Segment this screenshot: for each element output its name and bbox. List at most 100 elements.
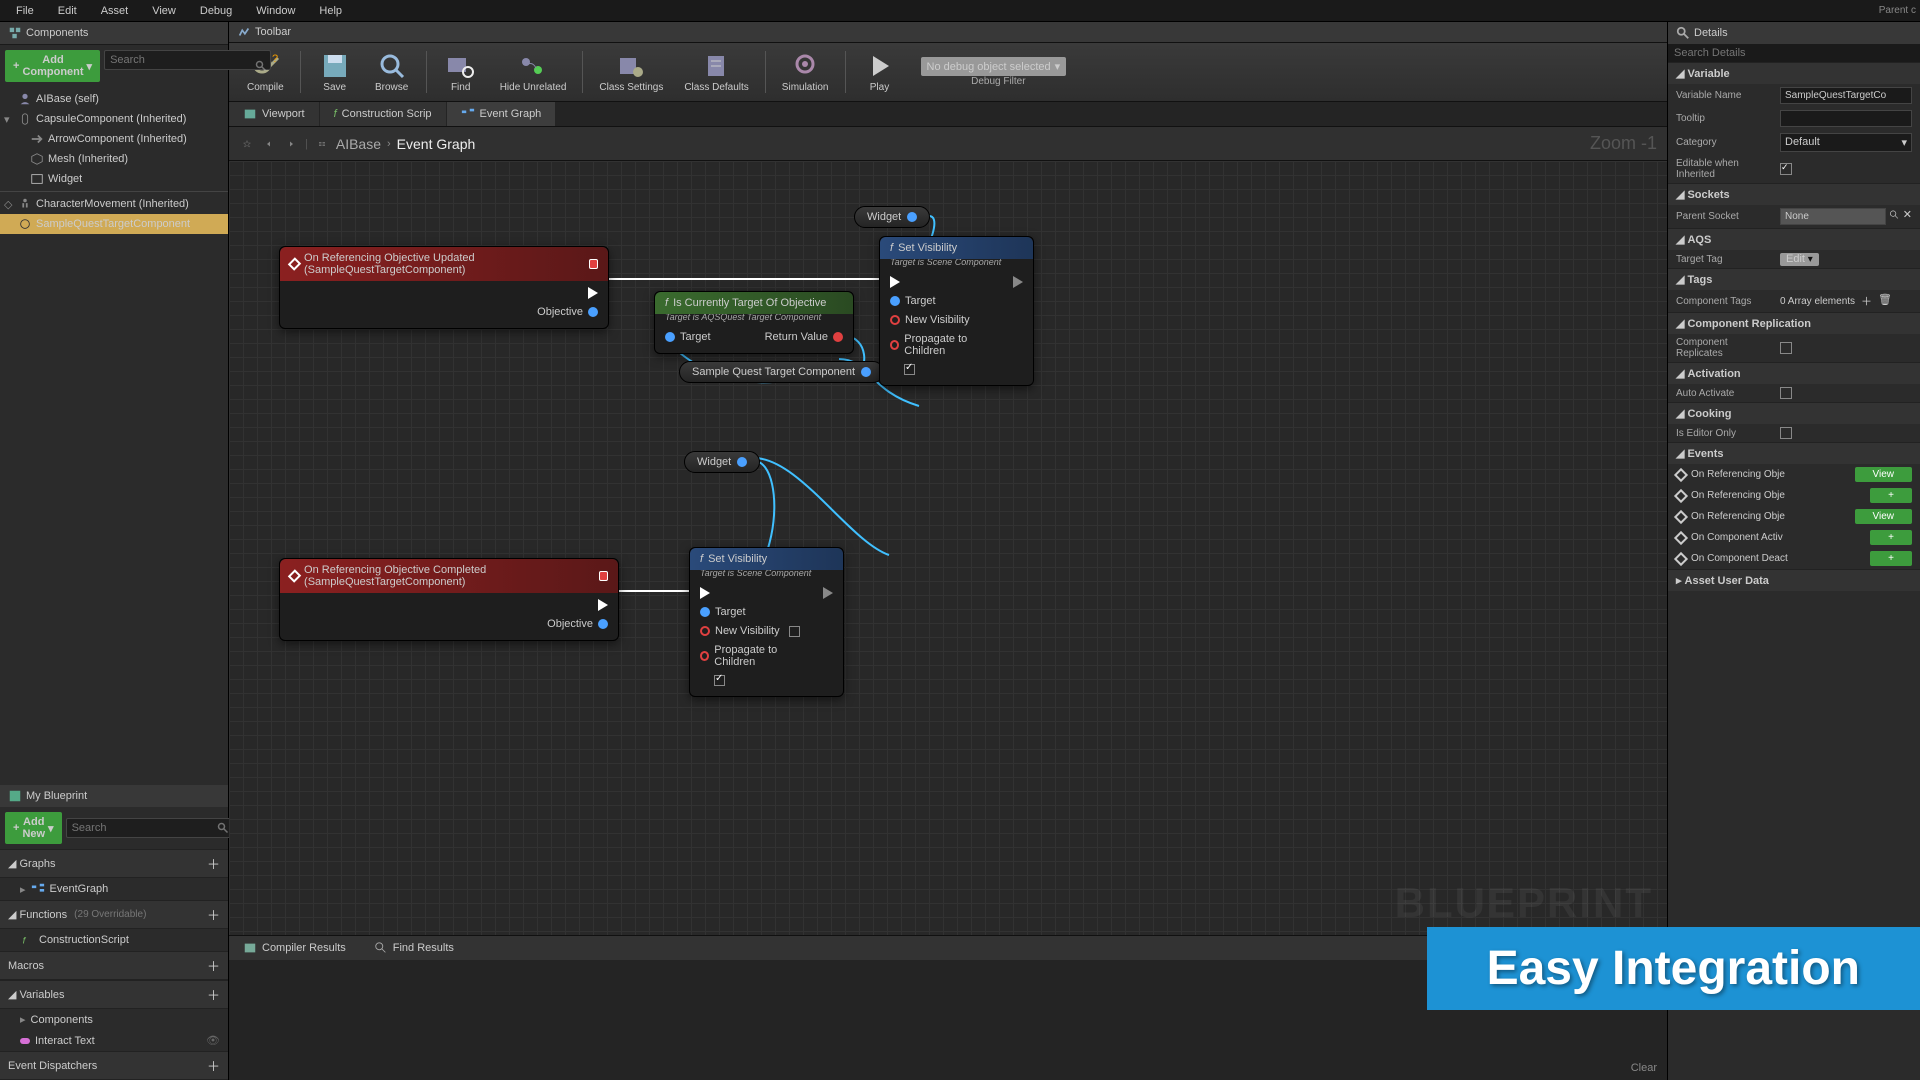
- components-tab[interactable]: Components: [0, 22, 228, 45]
- add-component-button[interactable]: +Add Component ▾: [5, 50, 100, 82]
- propagate-checkbox-1[interactable]: [904, 364, 915, 375]
- tree-item-mesh[interactable]: Mesh (Inherited): [0, 149, 228, 169]
- details-search-input[interactable]: [1668, 44, 1920, 62]
- nav-forward-icon[interactable]: [283, 136, 299, 152]
- cat-activation[interactable]: ◢Activation: [1668, 362, 1920, 384]
- cat-cooking[interactable]: ◢Cooking: [1668, 402, 1920, 424]
- array-add-button[interactable]: ＋: [1861, 293, 1872, 309]
- cat-variable[interactable]: ◢Variable: [1668, 62, 1920, 84]
- tab-event-graph[interactable]: Event Graph: [447, 102, 556, 126]
- menu-asset[interactable]: Asset: [89, 2, 141, 20]
- node-event-objective-completed[interactable]: On Referencing Objective Completed (Samp…: [279, 558, 619, 641]
- return-value-pin[interactable]: [833, 332, 843, 342]
- bp-item-interact-text[interactable]: Interact Text👁: [0, 1030, 228, 1051]
- exec-in-pin[interactable]: [700, 587, 710, 599]
- tab-find-results[interactable]: Find Results: [360, 936, 468, 960]
- tree-item-arrow[interactable]: ArrowComponent (Inherited): [0, 129, 228, 149]
- pill-widget-1[interactable]: Widget: [854, 206, 930, 228]
- event-add-button[interactable]: +: [1870, 551, 1912, 566]
- menu-help[interactable]: Help: [307, 2, 354, 20]
- tab-construction[interactable]: fConstruction Scrip: [320, 102, 446, 126]
- menu-edit[interactable]: Edit: [46, 2, 89, 20]
- play-button[interactable]: Play: [852, 49, 908, 95]
- add-graph-button[interactable]: ＋: [207, 854, 220, 873]
- event-view-button[interactable]: View: [1855, 467, 1913, 482]
- menu-window[interactable]: Window: [244, 2, 307, 20]
- favorite-icon[interactable]: [239, 136, 255, 152]
- nav-back-icon[interactable]: [261, 136, 277, 152]
- widget-pin-2[interactable]: [737, 457, 747, 467]
- class-settings-button[interactable]: Class Settings: [589, 49, 673, 95]
- exec-out-pin[interactable]: [588, 287, 598, 299]
- exec-out-pin[interactable]: [1013, 276, 1023, 288]
- cat-aqs[interactable]: ◢AQS: [1668, 228, 1920, 250]
- pill-sample-quest[interactable]: Sample Quest Target Component: [679, 361, 884, 383]
- event-add-button[interactable]: +: [1870, 530, 1912, 545]
- bp-item-eventgraph[interactable]: ▸EventGraph: [0, 878, 228, 900]
- tree-item-samplequest[interactable]: SampleQuestTargetComponent: [0, 214, 228, 234]
- tab-viewport[interactable]: Viewport: [229, 102, 319, 126]
- tree-item-widget[interactable]: Widget: [0, 169, 228, 189]
- cat-events[interactable]: ◢Events: [1668, 442, 1920, 464]
- search-icon[interactable]: [1889, 208, 1900, 222]
- components-search-input[interactable]: [104, 50, 271, 70]
- exec-out-pin[interactable]: [598, 599, 608, 611]
- bp-section-variables[interactable]: ◢Variables＋: [0, 980, 228, 1009]
- bp-section-graphs[interactable]: ◢Graphs＋: [0, 849, 228, 878]
- bp-item-construction[interactable]: fConstructionScript: [0, 929, 228, 951]
- details-tab[interactable]: Details: [1668, 22, 1920, 44]
- new-visibility-pin[interactable]: [890, 315, 900, 325]
- cat-replication[interactable]: ◢Component Replication: [1668, 312, 1920, 334]
- debug-object-selector[interactable]: No debug object selected▾: [921, 57, 1067, 76]
- node-event-objective-updated[interactable]: On Referencing Objective Updated (Sample…: [279, 246, 609, 329]
- bp-item-components-var[interactable]: ▸Components: [0, 1009, 228, 1030]
- add-macro-button[interactable]: ＋: [207, 956, 220, 975]
- propagate-pin-2[interactable]: [700, 651, 709, 661]
- bp-section-dispatchers[interactable]: Event Dispatchers＋: [0, 1051, 228, 1080]
- visibility-checkbox[interactable]: [789, 626, 800, 637]
- target-in-pin[interactable]: [665, 332, 675, 342]
- event-view-button[interactable]: View: [1855, 509, 1913, 524]
- breadcrumb-current[interactable]: Event Graph: [397, 136, 476, 152]
- editor-only-checkbox[interactable]: [1780, 427, 1792, 439]
- clear-button[interactable]: Clear: [1631, 1062, 1657, 1074]
- category-select[interactable]: Default▾: [1780, 133, 1912, 152]
- add-function-button[interactable]: ＋: [207, 905, 220, 924]
- nav-home-icon[interactable]: [314, 136, 330, 152]
- cat-sockets[interactable]: ◢Sockets: [1668, 183, 1920, 205]
- objective-pin[interactable]: [588, 307, 598, 317]
- tooltip-input[interactable]: [1780, 110, 1912, 127]
- new-visibility-pin-2[interactable]: [700, 626, 710, 636]
- sample-quest-pin[interactable]: [861, 367, 871, 377]
- replicates-checkbox[interactable]: [1780, 342, 1792, 354]
- breadcrumb-parent[interactable]: AIBase: [336, 136, 381, 152]
- add-variable-button[interactable]: ＋: [207, 985, 220, 1004]
- menu-file[interactable]: File: [4, 2, 46, 20]
- event-delegate-pin[interactable]: [599, 571, 608, 581]
- event-add-button[interactable]: +: [1870, 488, 1912, 503]
- clear-socket-button[interactable]: ✕: [1903, 208, 1912, 225]
- objective-pin-2[interactable]: [598, 619, 608, 629]
- hide-unrelated-button[interactable]: Hide Unrelated: [490, 49, 577, 95]
- variable-name-input[interactable]: [1780, 87, 1912, 104]
- find-button[interactable]: Find: [433, 49, 489, 95]
- graph-canvas[interactable]: On Referencing Objective Updated (Sample…: [229, 161, 1667, 935]
- cat-tags[interactable]: ◢Tags: [1668, 268, 1920, 290]
- blueprint-search-input[interactable]: [66, 818, 233, 838]
- widget-pin[interactable]: [907, 212, 917, 222]
- browse-button[interactable]: Browse: [364, 49, 420, 95]
- tree-item-aibase[interactable]: AIBase (self): [0, 89, 228, 109]
- event-delegate-pin[interactable]: [589, 259, 598, 269]
- target-pin-2[interactable]: [700, 607, 710, 617]
- node-set-visibility-1[interactable]: fSet Visibility Target is Scene Componen…: [879, 236, 1034, 386]
- tree-item-charmovement[interactable]: ◇CharacterMovement (Inherited): [0, 194, 228, 214]
- target-pin[interactable]: [890, 296, 900, 306]
- propagate-checkbox-2[interactable]: [714, 675, 725, 686]
- tree-item-capsule[interactable]: ▾CapsuleComponent (Inherited): [0, 109, 228, 129]
- propagate-pin[interactable]: [890, 340, 899, 350]
- add-dispatcher-button[interactable]: ＋: [207, 1056, 220, 1075]
- add-new-button[interactable]: +Add New ▾: [5, 812, 62, 844]
- node-set-visibility-2[interactable]: fSet Visibility Target is Scene Componen…: [689, 547, 844, 697]
- exec-out-pin[interactable]: [823, 587, 833, 599]
- exec-in-pin[interactable]: [890, 276, 900, 288]
